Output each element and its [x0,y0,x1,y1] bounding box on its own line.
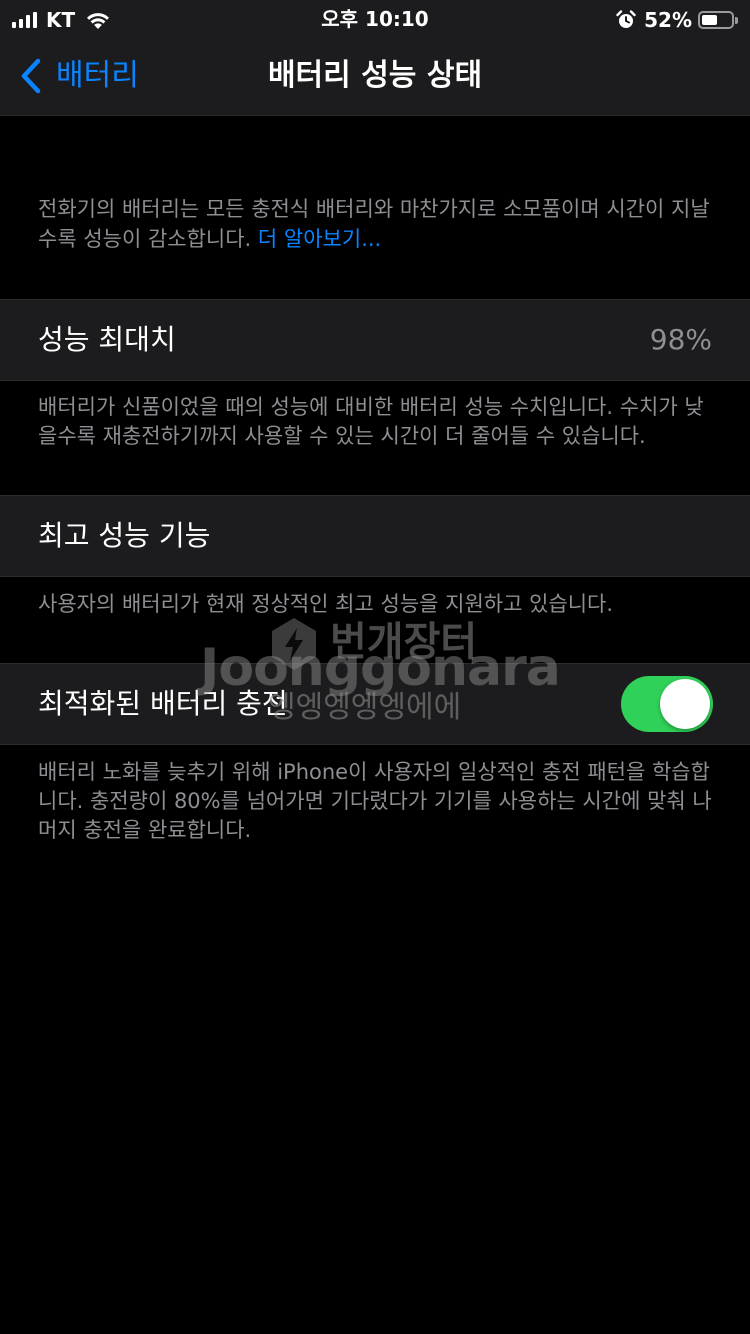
peak-performance-footer: 사용자의 배터리가 현재 정상적인 최고 성능을 지원하고 있습니다. [38,592,614,616]
max-capacity-label: 성능 최대치 [38,323,176,356]
intro-description: 전화기의 배터리는 모든 충전식 배터리와 마찬가지로 소모품이며 시간이 지날… [38,194,718,254]
battery-icon [698,11,734,29]
optimized-charging-footer: 배터리 노화를 늦추기 위해 iPhone이 사용자의 일상적인 충전 패턴을 … [38,760,712,842]
optimized-charging-cell: 최적화된 배터리 충전 [0,663,750,745]
back-button-label: 배터리 [56,58,139,93]
peak-performance-label: 최고 성능 기능 [38,519,211,552]
optimized-charging-label: 최적화된 배터리 충전 [38,687,288,720]
battery-level-fill [702,15,717,25]
battery-percent: 52% [644,8,692,32]
back-button[interactable]: 배터리 [20,56,139,96]
status-bar-right: 52% [616,7,738,33]
watermark-brand-korean: 번개장터 [330,619,478,665]
navigation-bar: 배터리 성능 상태 배터리 [0,40,750,116]
optimized-charging-toggle[interactable] [621,676,713,732]
max-capacity-value: 98% [649,323,712,356]
toggle-knob [660,679,710,729]
battery-nub [735,16,738,24]
status-bar: KT 오후 10:10 52% [0,0,750,40]
peak-performance-cell: 최고 성능 기능 [0,495,750,577]
learn-more-link[interactable]: 더 알아보기... [258,227,381,251]
max-capacity-footer: 배터리가 신품이었을 때의 성능에 대비한 배터리 성능 수치입니다. 수치가 … [38,395,704,448]
max-capacity-cell: 성능 최대치 98% [0,299,750,381]
alarm-icon [616,10,636,28]
chevron-left-icon [21,58,41,94]
